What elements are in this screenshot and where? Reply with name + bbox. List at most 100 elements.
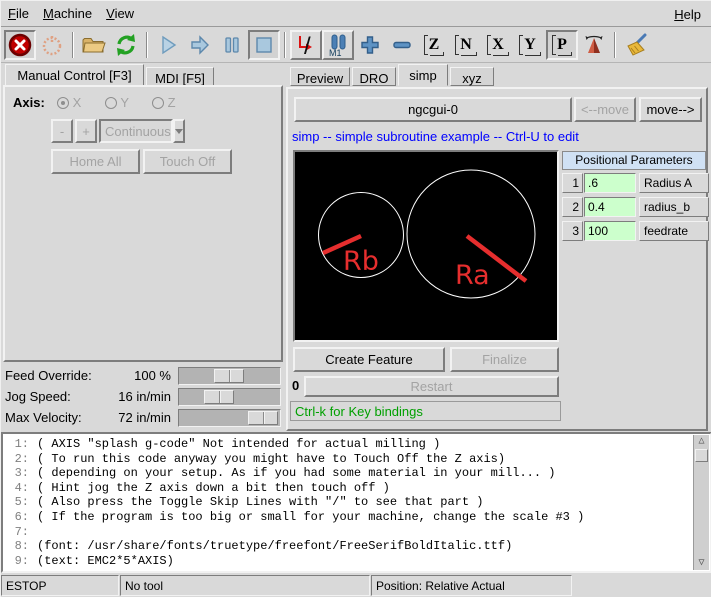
step-icon xyxy=(188,33,212,57)
max-velocity-slider[interactable] xyxy=(178,409,281,427)
gcode-line: 7: xyxy=(3,525,710,540)
menu-bar: File Machine View Help xyxy=(1,1,711,27)
tab-xyz[interactable]: xyz xyxy=(450,67,494,86)
radio-x-icon xyxy=(57,97,69,109)
param-name-radius-a: Radius A xyxy=(639,173,709,193)
scroll-up-icon[interactable]: △ xyxy=(694,435,709,448)
max-velocity-label: Max Velocity: xyxy=(5,410,82,425)
gcode-line: 3:( depending on your setup. As if you h… xyxy=(3,466,710,481)
radius-a-label: Ra xyxy=(455,260,490,291)
slider-handle[interactable] xyxy=(248,411,278,425)
gcode-line: 1:( AXIS "splash g-code" Not intended fo… xyxy=(3,437,710,452)
status-position: Position: Relative Actual xyxy=(371,575,572,596)
create-feature-button[interactable]: Create Feature xyxy=(293,347,445,372)
toolbar-separator xyxy=(146,32,148,58)
axis-label: Axis: xyxy=(13,95,45,110)
jog-speed-slider[interactable] xyxy=(178,388,281,406)
tab-simp[interactable]: simp xyxy=(398,64,448,86)
tab-preview[interactable]: Preview xyxy=(290,67,350,86)
axis-radio-x[interactable]: X xyxy=(57,95,81,110)
jog-plus-button[interactable]: + xyxy=(75,119,97,143)
feed-override-slider[interactable] xyxy=(178,367,281,385)
move-left-button[interactable]: <--move xyxy=(574,97,636,122)
rotate-button[interactable] xyxy=(578,30,610,60)
axis-radio-y[interactable]: Y xyxy=(105,95,129,110)
restart-button[interactable]: Restart xyxy=(304,376,559,397)
zoom-out-button[interactable] xyxy=(386,30,418,60)
positional-parameters-header: Positional Parameters xyxy=(562,151,706,170)
axis-main-window: File Machine View Help xyxy=(0,0,711,597)
optional-pause-toggle[interactable]: M1 xyxy=(322,30,354,60)
estop-button[interactable] xyxy=(4,30,36,60)
toolbar: / M1 Z N X Y xyxy=(1,28,711,63)
step-button[interactable] xyxy=(184,30,216,60)
axis-z-label: Z xyxy=(168,95,176,110)
gcode-line: 5:( Also press the Toggle Skip Lines wit… xyxy=(3,495,710,510)
radius-b-label: Rb xyxy=(343,246,379,277)
skip-lines-icon: / xyxy=(294,33,318,57)
preview-canvas[interactable]: Rb Ra xyxy=(293,150,559,342)
clear-plot-icon xyxy=(624,33,648,57)
param-entry-radius-a[interactable] xyxy=(584,173,636,193)
menu-help[interactable]: Help xyxy=(667,4,708,25)
scrollbar-thumb[interactable] xyxy=(695,449,708,462)
tab-dro[interactable]: DRO xyxy=(352,67,396,86)
stop-button[interactable] xyxy=(248,30,280,60)
finalize-button[interactable]: Finalize xyxy=(450,347,559,372)
pause-button[interactable] xyxy=(216,30,248,60)
slider-handle[interactable] xyxy=(214,369,244,383)
gcode-text-area[interactable]: 1:( AXIS "splash g-code" Not intended fo… xyxy=(1,432,711,573)
run-icon xyxy=(156,33,180,57)
param-number: 2 xyxy=(562,197,583,217)
home-all-button[interactable]: Home All xyxy=(51,149,140,174)
gcode-scrollbar[interactable]: △ ▽ xyxy=(693,435,709,570)
skip-lines-toggle[interactable]: / xyxy=(290,30,322,60)
feed-override-row: Feed Override: 100 % xyxy=(1,367,284,386)
zoom-in-icon xyxy=(358,33,382,57)
machine-power-button[interactable] xyxy=(36,30,68,60)
max-velocity-row: Max Velocity: 72 in/min xyxy=(1,409,284,428)
touch-off-button[interactable]: Touch Off xyxy=(143,149,232,174)
view-z2-button[interactable]: N xyxy=(450,30,482,60)
view-z2-icon: N xyxy=(460,37,472,53)
menu-machine[interactable]: Machine xyxy=(36,3,99,24)
estop-icon xyxy=(8,33,32,57)
preview-drawing: Rb Ra xyxy=(295,152,557,340)
view-x-button[interactable]: X xyxy=(482,30,514,60)
param-entry-radius-b[interactable] xyxy=(584,197,636,217)
zoom-in-button[interactable] xyxy=(354,30,386,60)
status-estop: ESTOP xyxy=(1,575,119,596)
slider-handle[interactable] xyxy=(204,390,234,404)
clear-plot-button[interactable] xyxy=(620,30,652,60)
axis-radio-z[interactable]: Z xyxy=(152,95,176,110)
view-z-button[interactable]: Z xyxy=(418,30,450,60)
view-y-button[interactable]: Y xyxy=(514,30,546,60)
ngcgui-instance-label: ngcgui-0 xyxy=(294,97,572,122)
tab-mdi[interactable]: MDI [F5] xyxy=(146,67,214,86)
scroll-down-icon[interactable]: ▽ xyxy=(694,557,709,570)
svg-text:/: / xyxy=(304,33,311,57)
subroutine-description: simp -- simple subroutine example -- Ctr… xyxy=(292,129,579,144)
param-number: 3 xyxy=(562,221,583,241)
jog-mode-combobox[interactable]: Continuous xyxy=(99,119,183,143)
menu-file[interactable]: File xyxy=(1,3,36,24)
menu-view[interactable]: View xyxy=(99,3,141,24)
view-p-button[interactable]: P xyxy=(546,30,578,60)
axis-y-label: Y xyxy=(120,95,129,110)
open-file-button[interactable] xyxy=(78,30,110,60)
stop-icon xyxy=(252,33,276,57)
tab-manual-control[interactable]: Manual Control [F3] xyxy=(5,64,144,86)
jog-minus-button[interactable]: - xyxy=(51,119,73,143)
open-file-icon xyxy=(81,33,107,57)
jog-mode-value: Continuous xyxy=(99,119,173,143)
pause-icon xyxy=(220,33,244,57)
reload-button[interactable] xyxy=(110,30,142,60)
jog-speed-value: 16 in/min xyxy=(81,389,171,404)
param-entry-feedrate[interactable] xyxy=(584,221,636,241)
param-name-feedrate: feedrate xyxy=(639,221,709,241)
view-y-icon: Y xyxy=(524,37,536,53)
feed-override-value: 100 % xyxy=(81,368,171,383)
chevron-down-icon[interactable] xyxy=(173,119,185,143)
run-button[interactable] xyxy=(152,30,184,60)
move-right-button[interactable]: move--> xyxy=(639,97,702,122)
